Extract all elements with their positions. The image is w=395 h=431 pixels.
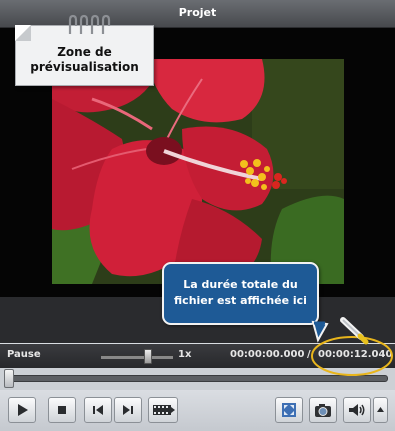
current-time: 00:00:00.000 <box>230 349 305 360</box>
player-window: Projet Zone de prévisualisation La durée… <box>0 0 395 431</box>
status-bar: Pause 1x 00:00:00.000 / 00:00:12.040 <box>0 344 395 368</box>
window-title: Projet <box>178 6 217 19</box>
speed-value: 1x <box>178 349 192 360</box>
time-separator: / <box>307 349 311 360</box>
previous-frame-icon <box>93 405 103 415</box>
volume-menu-button[interactable] <box>373 397 388 423</box>
previous-frame-button[interactable] <box>84 397 112 423</box>
play-icon <box>18 404 28 416</box>
speed-slider-handle[interactable] <box>144 349 152 364</box>
filmstrip-button[interactable] <box>148 397 178 423</box>
speaker-icon <box>349 404 365 416</box>
duration-callout-label: La durée totale du fichier est affichée … <box>166 277 315 309</box>
triangle-up-icon <box>377 407 384 412</box>
preview-zone-label-line2: prévisualisation <box>30 60 139 74</box>
title-bar: Projet <box>0 0 395 28</box>
duration-callout-line1: La durée totale du <box>183 278 298 291</box>
fullscreen-button[interactable] <box>275 397 303 423</box>
next-frame-button[interactable] <box>114 397 142 423</box>
video-frame <box>52 59 344 284</box>
fullscreen-icon <box>282 403 296 417</box>
preview-zone-label-line1: Zone de <box>57 45 112 59</box>
control-bar <box>0 390 395 431</box>
seek-track[interactable] <box>6 375 388 382</box>
play-button[interactable] <box>8 397 36 423</box>
folded-corner-icon <box>15 25 31 41</box>
filmstrip-icon <box>153 405 175 415</box>
seek-handle[interactable] <box>4 369 14 388</box>
duration-callout-line2: fichier est affichée ici <box>174 294 307 307</box>
snapshot-button[interactable] <box>309 397 337 423</box>
total-duration: 00:00:12.040 <box>318 349 393 360</box>
stop-button[interactable] <box>48 397 76 423</box>
preview-zone-callout: Zone de prévisualisation <box>15 14 154 86</box>
speed-slider-track[interactable] <box>101 355 173 359</box>
next-frame-icon <box>123 405 133 415</box>
duration-callout: La durée totale du fichier est affichée … <box>162 262 319 325</box>
notebook-rings-icon <box>68 14 111 34</box>
volume-button[interactable] <box>343 397 371 423</box>
stop-icon <box>58 406 66 414</box>
camera-icon <box>315 404 331 417</box>
seek-bar[interactable] <box>0 368 395 390</box>
preview-zone-label: Zone de prévisualisation <box>16 45 153 75</box>
playback-state: Pause <box>7 349 41 360</box>
